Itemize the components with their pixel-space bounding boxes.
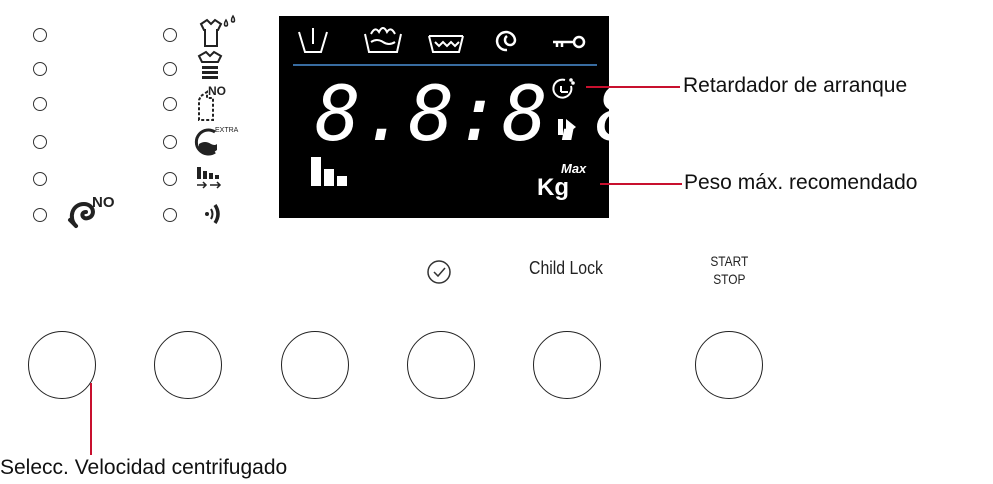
child-lock-label: Child Lock xyxy=(529,258,603,278)
kg-label: Kg xyxy=(537,174,569,201)
option-button-3[interactable] xyxy=(281,331,349,399)
option-indicator-3 xyxy=(163,97,177,111)
option-indicator-1 xyxy=(163,28,177,42)
option-indicator-6 xyxy=(163,208,177,222)
timer-icon xyxy=(425,258,453,291)
child-lock-button[interactable] xyxy=(533,331,601,399)
lcd-display: 8.8:8.8. Kg Max xyxy=(279,16,690,218)
extra-rinse-icon: EXTRA xyxy=(193,124,238,163)
start-stop-label: START STOP xyxy=(710,252,748,288)
weight-callout-line xyxy=(600,183,682,185)
delay-callout-line xyxy=(586,86,680,88)
indicator-6 xyxy=(33,208,47,222)
indicator-3 xyxy=(33,97,47,111)
delay-start-callout: Retardador de arranque xyxy=(683,74,908,97)
spin-speed-callout: Selecc. Velocidad centrifugado xyxy=(0,456,288,479)
option-indicator-5 xyxy=(163,172,177,186)
sound-icon xyxy=(203,200,225,233)
no-spin-icon: NO xyxy=(66,194,126,232)
indicator-1 xyxy=(33,28,47,42)
option-button-2[interactable] xyxy=(154,331,222,399)
load-bars-icon xyxy=(311,157,347,186)
spin-speed-button[interactable] xyxy=(28,331,96,399)
indicator-2 xyxy=(33,62,47,76)
max-label: Max xyxy=(561,161,587,176)
spin-icon xyxy=(495,30,517,52)
indicator-5 xyxy=(33,172,47,186)
control-panel: { "panel": { "no_spin_label": "NO", "no_… xyxy=(0,0,993,484)
damp-shirt-icon xyxy=(193,14,239,55)
transfer-icon xyxy=(196,165,226,196)
key-icon xyxy=(553,35,586,49)
start-label: START xyxy=(710,253,749,269)
wash-icon xyxy=(364,27,402,53)
extra-rinse-label: EXTRA xyxy=(215,127,239,134)
spin-callout-line xyxy=(90,383,92,455)
max-weight-callout: Peso máx. recomendado xyxy=(684,171,918,194)
indicator-4 xyxy=(33,135,47,149)
rinse-icon xyxy=(428,35,464,53)
start-stop-button[interactable] xyxy=(695,331,763,399)
digit-readout: 8.8:8.8. xyxy=(315,69,690,158)
no-iron-label: NO xyxy=(208,84,226,98)
no-spin-label: NO xyxy=(92,194,115,211)
option-indicator-2 xyxy=(163,62,177,76)
timer-button[interactable] xyxy=(407,331,475,399)
stop-label: STOP xyxy=(713,271,746,287)
option-indicator-4 xyxy=(163,135,177,149)
prewash-icon xyxy=(298,28,328,53)
no-iron-icon: NO xyxy=(193,84,226,127)
